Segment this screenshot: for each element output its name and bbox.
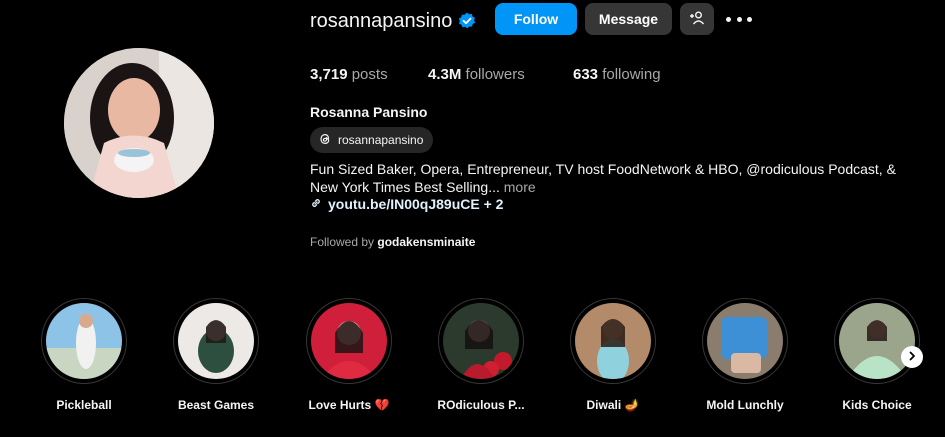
highlight-thumbnail bbox=[178, 303, 254, 379]
highlight-thumbnail bbox=[707, 303, 783, 379]
threads-icon bbox=[318, 132, 332, 149]
highlight-label: Love Hurts 💔 bbox=[308, 398, 390, 412]
bio-more-link[interactable]: more bbox=[504, 179, 536, 195]
followed-by-prefix: Followed by bbox=[310, 235, 375, 249]
highlight-item[interactable]: ROdiculous P... bbox=[437, 298, 525, 412]
highlights-next-button[interactable] bbox=[901, 346, 923, 368]
highlight-item[interactable]: Love Hurts 💔 bbox=[305, 298, 393, 412]
profile-full-name: Rosanna Pansino bbox=[310, 104, 428, 120]
profile-username: rosannapansino bbox=[310, 10, 453, 32]
highlight-thumbnail bbox=[443, 303, 519, 379]
highlight-label: Pickleball bbox=[56, 398, 112, 412]
highlight-item[interactable]: Diwali 🪔 bbox=[569, 298, 657, 412]
threads-badge[interactable]: rosannapansino bbox=[310, 127, 434, 153]
bio-text: Fun Sized Baker, Opera, Entrepreneur, TV… bbox=[310, 161, 896, 195]
posts-label: posts bbox=[351, 66, 388, 83]
highlight-label: Mold Lunchly bbox=[706, 398, 784, 412]
highlight-thumbnail bbox=[46, 303, 122, 379]
following-stat[interactable]: 633 following bbox=[573, 66, 661, 83]
highlight-item[interactable]: Mold Lunchly bbox=[701, 298, 789, 412]
suggested-users-button[interactable] bbox=[680, 3, 714, 35]
highlight-item[interactable]: Kids Choice bbox=[833, 298, 921, 412]
highlight-label: Beast Games bbox=[177, 398, 255, 412]
followed-by-user: godakensminaite bbox=[377, 235, 476, 249]
followers-label: followers bbox=[465, 66, 525, 83]
verified-badge-icon bbox=[458, 12, 476, 30]
profile-avatar[interactable] bbox=[64, 48, 214, 198]
highlight-item[interactable]: Beast Games bbox=[172, 298, 260, 412]
highlight-label: ROdiculous P... bbox=[437, 398, 525, 412]
highlight-item[interactable]: Pickleball bbox=[40, 298, 128, 412]
message-button[interactable]: Message bbox=[585, 3, 672, 35]
highlight-thumbnail bbox=[839, 303, 915, 379]
highlight-label: Diwali 🪔 bbox=[586, 398, 640, 412]
more-options-icon[interactable] bbox=[726, 10, 752, 28]
highlight-thumbnail bbox=[575, 303, 651, 379]
add-user-icon bbox=[689, 10, 705, 29]
following-count: 633 bbox=[573, 66, 599, 83]
profile-link[interactable]: youtu.be/IN00qJ89uCE + 2 bbox=[310, 196, 503, 212]
following-label: following bbox=[602, 66, 661, 83]
posts-stat: 3,719 posts bbox=[310, 66, 388, 83]
link-icon bbox=[310, 196, 322, 212]
followers-stat[interactable]: 4.3M followers bbox=[428, 66, 525, 83]
highlight-label: Kids Choice bbox=[842, 398, 912, 412]
followed-by[interactable]: Followed by godakensminaite bbox=[310, 235, 475, 249]
highlight-thumbnail bbox=[311, 303, 387, 379]
profile-bio: Fun Sized Baker, Opera, Entrepreneur, TV… bbox=[310, 160, 920, 196]
followers-count: 4.3M bbox=[428, 66, 462, 83]
threads-handle: rosannapansino bbox=[338, 133, 424, 147]
chevron-right-icon bbox=[907, 348, 917, 366]
follow-button[interactable]: Follow bbox=[495, 3, 577, 35]
posts-count: 3,719 bbox=[310, 66, 348, 83]
link-text: youtu.be/IN00qJ89uCE + 2 bbox=[328, 196, 504, 212]
